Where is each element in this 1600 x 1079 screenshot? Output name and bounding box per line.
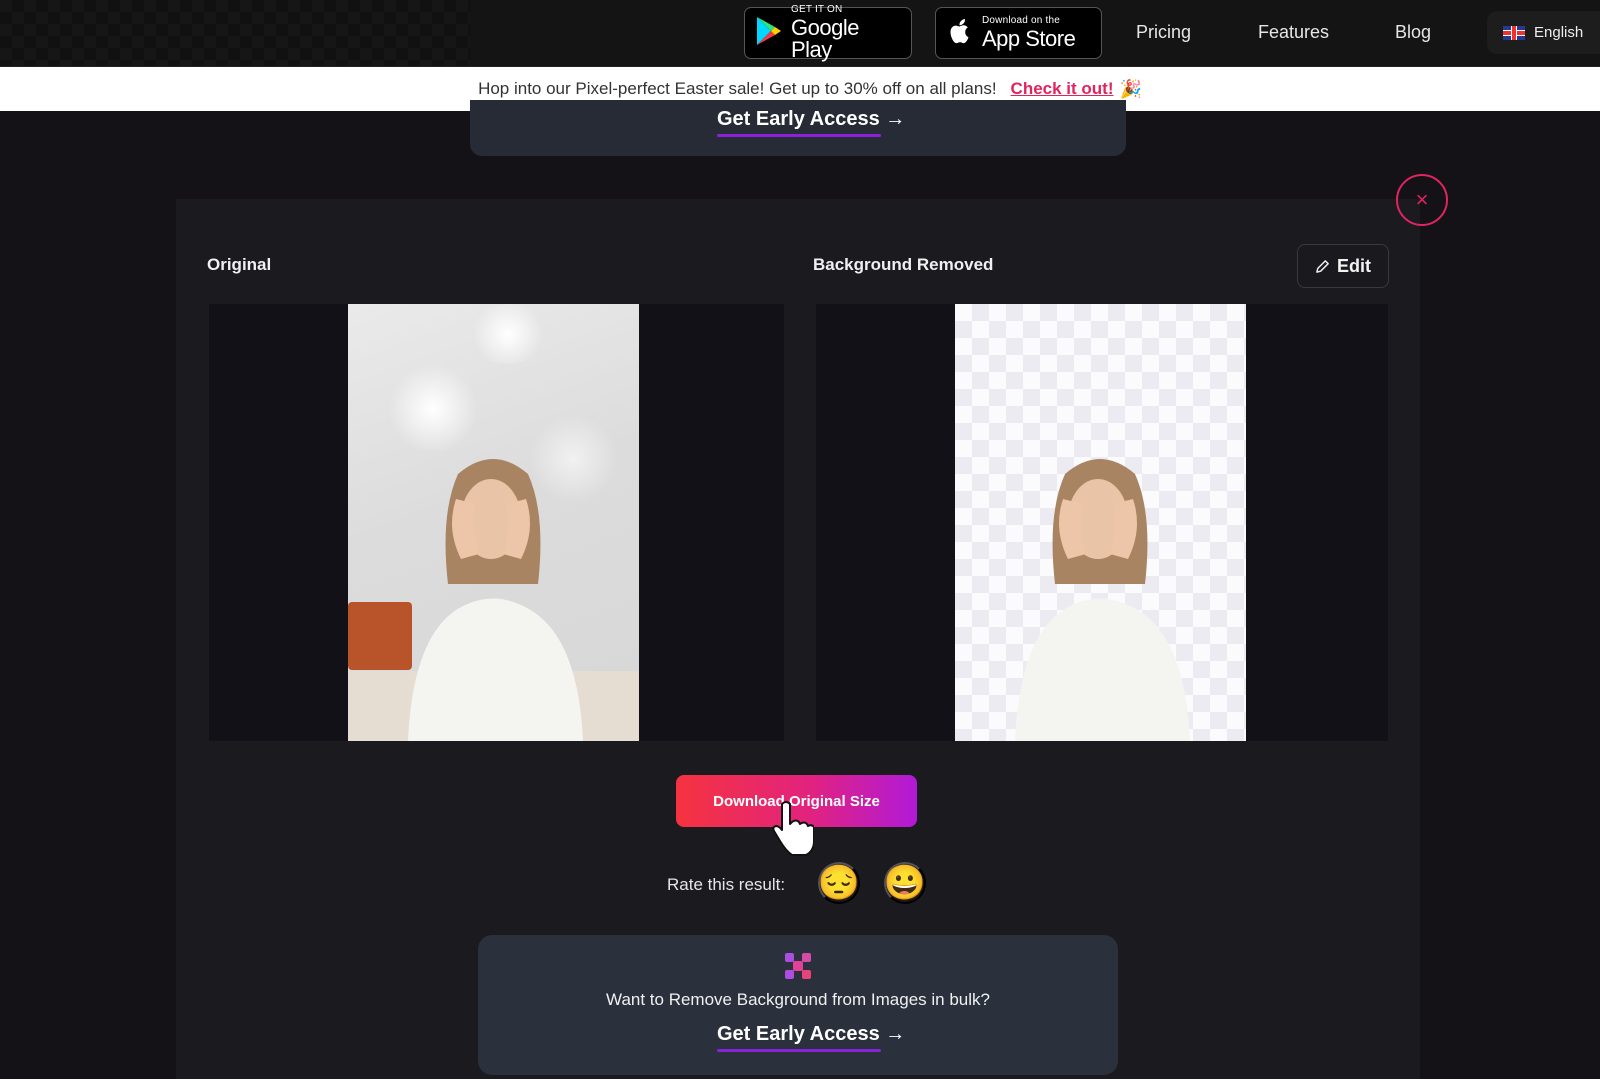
edit-label: Edit [1337,255,1371,276]
apple-icon [946,15,974,52]
background-removed-label: Background Removed [813,255,994,274]
original-image [348,304,639,741]
top-get-early-access-label: Get Early Access [717,108,880,130]
pencil-icon [1316,259,1329,273]
edit-button[interactable]: Edit [1297,244,1389,288]
google-play-icon [755,15,783,52]
nav-link-blog[interactable]: Blog [1395,22,1431,43]
app-store-big-text: App Store [982,26,1076,51]
app-store-badge[interactable]: Download on the App Store [935,7,1102,59]
close-button[interactable]: × [1396,174,1448,226]
arrow-right-icon: → [885,108,906,130]
promo-text: Hop into our Pixel-perfect Easter sale! … [478,79,997,98]
bulk-cta-text: Want to Remove Background from Images in… [606,990,990,1009]
nav-link-pricing[interactable]: Pricing [1136,22,1191,43]
nav-background-pattern [0,0,470,66]
google-play-badge[interactable]: GET IT ON Google Play [744,4,912,62]
app-store-small-text: Download on the [982,15,1061,26]
link-underline [717,1049,882,1052]
nav-link-features[interactable]: Features [1258,22,1329,43]
party-popper-icon: 🎉 [1119,78,1142,99]
promo-link[interactable]: Check it out! [1011,79,1114,99]
background-removed-image [955,304,1246,741]
arrow-right-icon: → [885,1023,906,1045]
original-label: Original [207,255,272,274]
top-get-early-access-link[interactable]: Get Early Access → [717,108,906,137]
rate-sad-button[interactable]: 😔 [818,862,860,904]
hand-cursor-icon [772,801,814,856]
uk-flag-icon [1503,25,1525,40]
top-navigation: GET IT ON Google Play Download on the Ap… [0,0,1600,67]
google-play-big-text: Google Play [791,15,859,62]
rate-result-label: Rate this result: [667,875,786,894]
bulk-logo-icon [785,953,811,979]
bulk-early-access-card: Want to Remove Background from Images in… [478,935,1118,1075]
language-selector[interactable]: English [1487,11,1600,54]
bulk-get-early-access-link[interactable]: Get Early Access → [717,1023,906,1052]
language-label: English [1534,24,1584,41]
google-play-small-text: GET IT ON [791,4,843,15]
close-icon: × [1415,187,1429,212]
rate-happy-button[interactable]: 😀 [884,862,926,904]
bulk-get-early-access-label: Get Early Access [717,1023,880,1045]
top-early-access-card: Get Early Access → [470,100,1126,156]
link-underline [717,134,882,137]
